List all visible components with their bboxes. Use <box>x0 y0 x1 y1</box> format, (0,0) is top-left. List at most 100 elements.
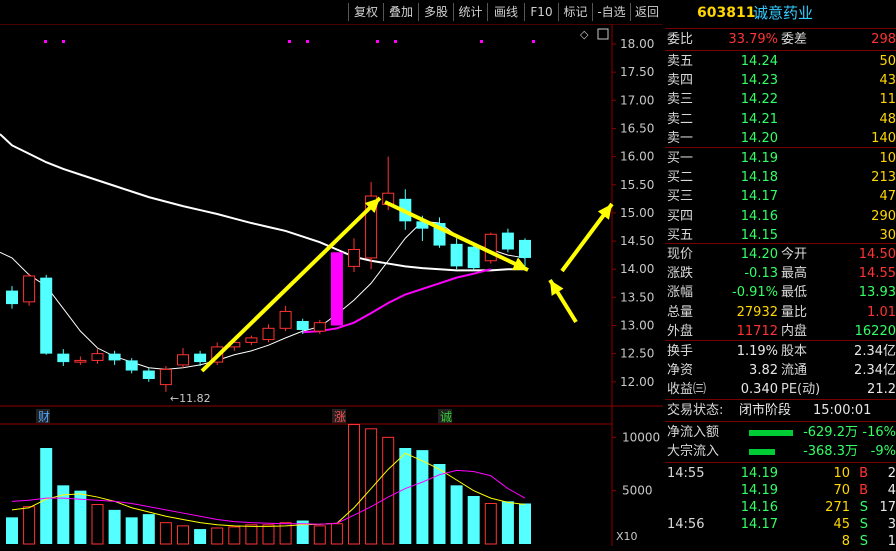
sell-volume: 140 <box>871 130 896 146</box>
price-tick-label: 18.00 <box>620 37 654 51</box>
quote-label-2: 最高 <box>781 266 808 282</box>
kline-chart[interactable]: 18.00 17.50 17.00 16.50 16.00 15.50 15.00 14.50… <box>0 24 663 546</box>
weibi-value: 33.79% <box>728 32 778 47</box>
toolbar-button-0[interactable]: 复权 <box>348 3 383 21</box>
sell-level-label: 卖二 <box>667 111 694 127</box>
fund-label-2: 股本 <box>781 344 808 359</box>
candle-body <box>501 232 514 250</box>
candle-body <box>279 310 292 329</box>
volume-ma-yellow <box>11 452 526 527</box>
toolbar-button-2[interactable]: 多股 <box>418 3 453 21</box>
buy-row: 买五 14.15 30 <box>665 226 896 245</box>
volume-unit-label: X10 <box>616 530 638 543</box>
buy-price: 14.19 <box>740 151 778 166</box>
sell-volume: 48 <box>879 111 896 127</box>
candle-body <box>245 337 258 343</box>
candle-body <box>159 368 172 386</box>
flow-pct: -9% <box>870 444 896 460</box>
fund-value: 0.340 <box>740 382 778 398</box>
flow-row: 大宗流入 -368.3万 -9% <box>665 442 896 461</box>
price-tick-label: 12.00 <box>620 375 654 389</box>
stock-header: 603811 诚意药业 <box>665 4 896 26</box>
candle-body <box>57 353 70 363</box>
price-tick-label: 17.50 <box>620 65 654 79</box>
sell-price: 14.23 <box>740 73 778 89</box>
sell-level-label: 卖一 <box>667 130 694 146</box>
toolbar-button-8[interactable]: 返回 <box>630 3 663 21</box>
fund-row: 收益㈢ 0.340 PE(动) 21.2 <box>665 380 896 399</box>
volume-bar <box>416 450 429 544</box>
sell-price: 14.21 <box>740 111 778 127</box>
volume-bar <box>177 525 189 545</box>
toolbar-button-6[interactable]: 标记 <box>558 3 592 21</box>
buy-level-label: 买二 <box>667 170 694 186</box>
volume-bar <box>467 496 480 544</box>
price-tick-label: 12.50 <box>620 347 654 361</box>
quote-row: 外盘 11712 内盘 16220 <box>665 322 896 341</box>
volume-bar <box>501 501 514 544</box>
tick-volume: 8 <box>841 534 850 549</box>
candle-body <box>262 327 275 341</box>
buy-row: 买一 14.19 10 <box>665 149 896 168</box>
candle-body <box>313 322 326 332</box>
volume-bar <box>159 522 172 545</box>
trend-arrow-up <box>200 196 382 373</box>
volume-tick-label: 10000 <box>622 430 660 444</box>
quote-row: 涨幅 -0.91% 最低 13.93 <box>665 283 896 302</box>
volume-bar <box>450 485 463 544</box>
event-dot <box>394 40 397 43</box>
sell-price: 14.22 <box>740 92 778 108</box>
toolbar-button-1[interactable]: 叠加 <box>383 3 418 21</box>
volume-bar <box>519 503 531 544</box>
toolbar-button-3[interactable]: 统计 <box>453 3 487 21</box>
volume-bar <box>348 424 360 545</box>
candle-body <box>91 353 104 361</box>
buy-row: 买三 14.17 47 <box>665 187 896 206</box>
sell-volume: 11 <box>879 92 896 108</box>
volume-bar <box>262 524 275 545</box>
event-dot <box>480 40 483 43</box>
buy-volume: 10 <box>879 151 896 166</box>
volume-bar <box>484 502 497 545</box>
quote-row: 涨跌 -0.13 最高 14.55 <box>665 264 896 283</box>
toolbar-button-5[interactable]: F10 <box>524 3 558 21</box>
weibi-row: 委比 33.79% 委差 298 <box>665 30 896 49</box>
buy-level-label: 买四 <box>667 208 694 224</box>
sell-level-label: 卖五 <box>667 54 694 69</box>
sell-row: 卖一 14.20 140 <box>665 129 896 148</box>
event-marker: 涨 <box>334 409 346 424</box>
quote-value: 14.20 <box>740 247 778 262</box>
price-tick-label: 15.50 <box>620 178 654 192</box>
toolbar-button-4[interactable]: 画线 <box>487 3 524 21</box>
candle-body <box>142 370 155 379</box>
fund-label-2: PE(动) <box>781 382 821 398</box>
volume-bar <box>108 509 121 544</box>
event-dot <box>306 40 309 43</box>
sell-row: 卖五 14.24 50 <box>665 52 896 71</box>
volume-bar <box>57 485 70 544</box>
toolbar-button-7[interactable]: -自选 <box>592 3 630 21</box>
price-tick-label: 13.00 <box>620 319 654 333</box>
quote-label: 涨跌 <box>667 266 694 282</box>
quote-value: 27932 <box>736 304 778 320</box>
low-price-marker: ←11.82 <box>170 392 211 405</box>
volume-bar <box>142 514 155 544</box>
fund-label: 收益㈢ <box>667 382 707 398</box>
sell-row: 卖四 14.23 43 <box>665 71 896 90</box>
event-marker: 财 <box>38 410 50 424</box>
candle-body <box>484 233 497 262</box>
volume-bar <box>313 525 326 545</box>
buy-level-label: 买一 <box>667 151 694 166</box>
sell-volume: 43 <box>879 73 896 89</box>
flow-value: -368.3万 <box>803 444 858 460</box>
candle-body <box>40 277 53 354</box>
flow-pct: -16% <box>862 425 896 440</box>
volume-bar <box>40 448 53 544</box>
weicha-value: 298 <box>871 32 896 47</box>
fund-value: 3.82 <box>749 363 778 379</box>
sell-level-label: 卖三 <box>667 92 694 108</box>
volume-bar <box>228 526 241 545</box>
volume-tick-label: 5000 <box>622 484 653 498</box>
price-tick-label: 16.50 <box>620 121 654 135</box>
status-value: 闭市阶段 <box>739 403 792 418</box>
